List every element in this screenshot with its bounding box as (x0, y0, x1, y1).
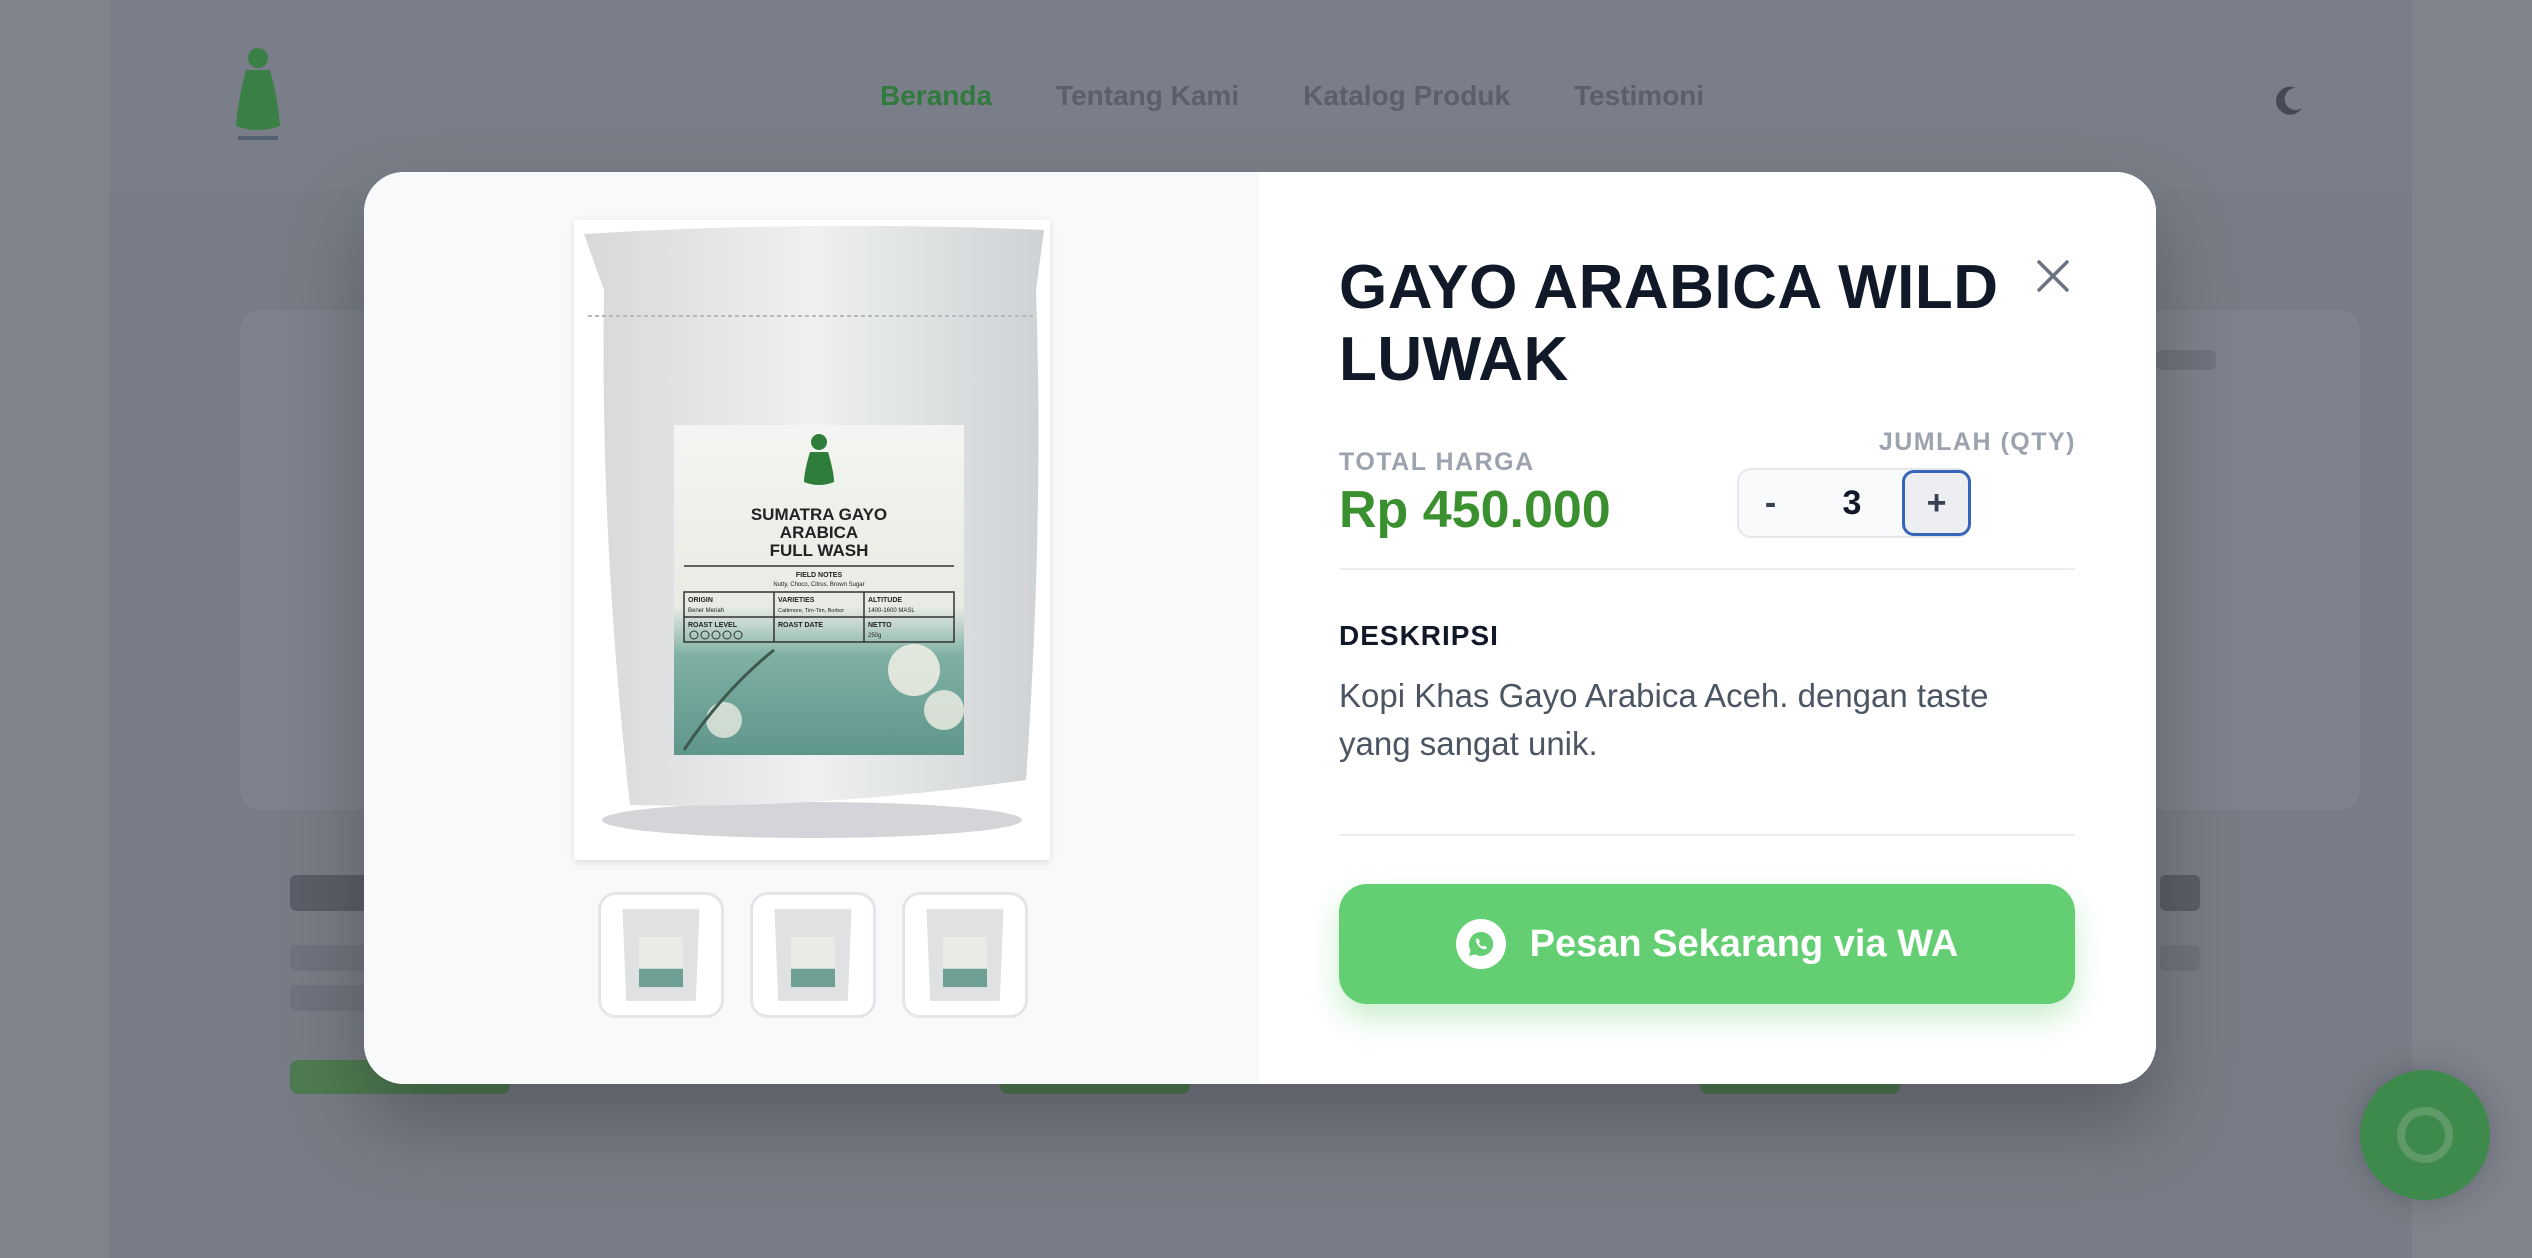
product-main-image: SUMATRA GAYO ARABICA FULL WASH FIELD NOT… (574, 220, 1050, 860)
svg-text:Nutty, Choco, Citrus, Brown Su: Nutty, Choco, Citrus, Brown Sugar (773, 582, 864, 588)
nav-link-beranda: Beranda (880, 80, 993, 111)
product-thumbnail[interactable] (598, 892, 724, 1018)
svg-text:ARABICA: ARABICA (780, 523, 858, 542)
nav-link-tentang: Tentang Kami (1056, 80, 1240, 111)
order-via-whatsapp-button[interactable]: Pesan Sekarang via WA (1339, 884, 2075, 1004)
brand-logo (236, 48, 280, 140)
svg-text:NETTO: NETTO (868, 622, 892, 629)
svg-text:FIELD NOTES: FIELD NOTES (796, 572, 843, 579)
product-title: GAYO ARABICA WILD LUWAK (1339, 253, 1999, 394)
nav-link-katalog: Katalog Produk (1303, 80, 1511, 111)
divider (1339, 834, 2075, 836)
svg-text:1400-1600 MASL: 1400-1600 MASL (868, 608, 915, 614)
svg-text:Bener Meriah: Bener Meriah (688, 608, 724, 614)
thumbnail-strip (598, 892, 1028, 1018)
svg-text:250g: 250g (868, 633, 881, 639)
nav-link-testimoni: Testimoni (1574, 80, 1705, 111)
decrease-quantity-button[interactable]: - (1739, 470, 1802, 536)
increase-quantity-button[interactable]: + (1902, 470, 1971, 536)
divider (1339, 568, 2075, 570)
svg-text:ROAST DATE: ROAST DATE (778, 622, 823, 629)
svg-text:VARIETIES: VARIETIES (778, 597, 815, 604)
whatsapp-icon (1455, 919, 1506, 969)
background-nav-links: Beranda Tentang Kami Katalog Produk Test… (880, 80, 1704, 112)
svg-text:SUMATRA GAYO: SUMATRA GAYO (751, 505, 887, 524)
product-gallery: SUMATRA GAYO ARABICA FULL WASH FIELD NOT… (364, 172, 1259, 1084)
quantity-stepper: - + (1737, 468, 1971, 538)
close-icon (2037, 260, 2069, 292)
svg-text:ALTITUDE: ALTITUDE (868, 597, 902, 604)
quantity-input[interactable] (1802, 473, 1902, 533)
product-detail-modal: SUMATRA GAYO ARABICA FULL WASH FIELD NOT… (364, 172, 2156, 1084)
product-thumbnail[interactable] (902, 892, 1028, 1018)
product-thumbnail[interactable] (750, 892, 876, 1018)
close-button[interactable] (2029, 252, 2077, 300)
svg-text:ROAST LEVEL: ROAST LEVEL (688, 622, 738, 629)
svg-text:Cattimore, Tim-Tim, Borbor: Cattimore, Tim-Tim, Borbor (778, 608, 844, 614)
total-price-value: Rp 450.000 (1339, 481, 1611, 539)
description-text: Kopi Khas Gayo Arabica Aceh. dengan tast… (1339, 677, 1989, 762)
order-button-label: Pesan Sekarang via WA (1529, 922, 1959, 965)
svg-text:FULL WASH: FULL WASH (770, 541, 869, 560)
floating-whatsapp-button (2360, 1070, 2490, 1200)
total-price-label: TOTAL HARGA (1339, 448, 1535, 476)
description-heading: DESKRIPSI (1339, 620, 1499, 651)
coffee-bag-illustration: SUMATRA GAYO ARABICA FULL WASH FIELD NOT… (584, 225, 1044, 838)
quantity-label: JUMLAH (QTY) (1878, 428, 2076, 456)
product-details: GAYO ARABICA WILD LUWAK TOTAL HARGA Rp 4… (1259, 172, 2156, 1084)
moon-icon (2276, 86, 2302, 115)
svg-text:ORIGIN: ORIGIN (688, 597, 713, 604)
